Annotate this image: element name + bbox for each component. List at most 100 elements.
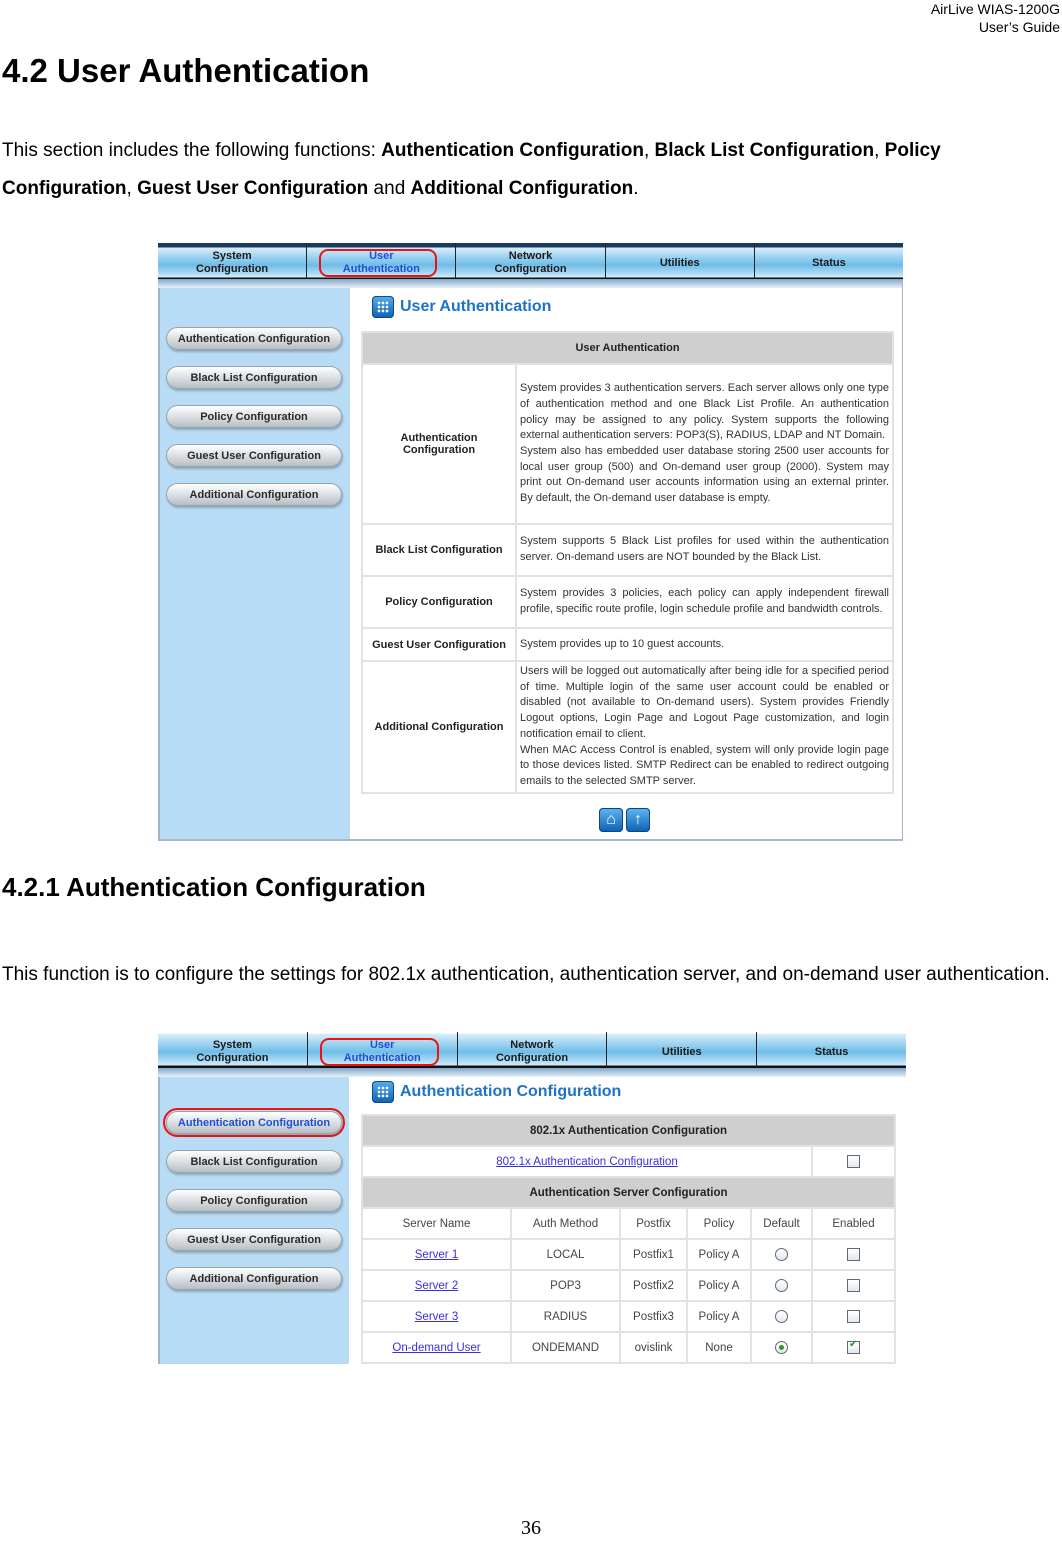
row-description: System provides 3 policies, each policy …	[515, 575, 894, 629]
authentication-configuration-screenshot: System Configuration User Authentication N…	[158, 1032, 906, 1364]
function-name: Black List Configuration	[654, 140, 875, 161]
postfix: ovislink	[619, 1331, 688, 1364]
auth-method: LOCAL	[510, 1238, 621, 1271]
sidebar-item-black-list-configuration[interactable]: Black List Configuration	[166, 366, 342, 389]
server-link[interactable]: Server 3	[415, 1311, 458, 1323]
row-label: Authentication Configuration	[361, 363, 517, 525]
nav-status[interactable]: Status	[755, 243, 903, 279]
table-row: On-demand User ONDEMAND ovislink None	[361, 1331, 896, 1364]
server-link[interactable]: Server 1	[415, 1249, 458, 1261]
page-title-text: Authentication Configuration	[400, 1083, 622, 1100]
sidebar: Authentication Configuration Black List …	[158, 1077, 349, 1364]
col-default: Default	[750, 1207, 813, 1240]
sidebar-item-authentication-configuration[interactable]: Authentication Configuration	[163, 1108, 345, 1137]
nav-network-configuration[interactable]: Network Configuration	[456, 243, 606, 279]
policy: Policy A	[686, 1300, 752, 1333]
table-row: Server 3 RADIUS Postfix3 Policy A	[361, 1300, 896, 1333]
col-server-name: Server Name	[361, 1207, 512, 1240]
section-title: 4.2 User Authentication	[2, 52, 370, 89]
nav-utilities[interactable]: Utilities	[606, 243, 755, 279]
up-arrow-icon[interactable]: ↑	[626, 808, 650, 832]
policy: Policy A	[686, 1269, 752, 1302]
row-label: Additional Configuration	[361, 660, 517, 794]
default-radio[interactable]	[775, 1341, 788, 1354]
top-nav: System Configuration User Authentication N…	[158, 1032, 906, 1068]
enabled-checkbox[interactable]	[847, 1248, 860, 1261]
row-label: Policy Configuration	[361, 575, 517, 629]
auth-method: ONDEMAND	[510, 1331, 621, 1364]
col-policy: Policy	[686, 1207, 752, 1240]
guide-name: User’s Guide	[978, 19, 1060, 35]
default-radio[interactable]	[775, 1279, 788, 1292]
enabled-checkbox[interactable]	[847, 1339, 860, 1354]
default-radio[interactable]	[775, 1310, 788, 1323]
page-number: 36	[521, 1517, 541, 1539]
nav-user-authentication[interactable]: User Authentication	[308, 1032, 458, 1068]
sidebar-item-authentication-configuration[interactable]: Authentication Configuration	[166, 327, 342, 350]
section-intro: This section includes the following func…	[2, 132, 1052, 208]
sidebar-item-guest-user-configuration[interactable]: Guest User Configuration	[166, 1228, 342, 1251]
nav-system-configuration[interactable]: System Configuration	[158, 243, 308, 279]
row-description: Users will be logged out automatically a…	[515, 660, 894, 794]
nav-status[interactable]: Status	[757, 1032, 906, 1068]
table-row: Black List Configuration System supports…	[361, 523, 894, 577]
function-name: Guest User Configuration	[137, 178, 369, 199]
default-radio[interactable]	[775, 1248, 788, 1261]
separator: ,	[874, 140, 885, 161]
page-title: User Authentication	[372, 296, 551, 318]
enabled-checkbox[interactable]	[847, 1310, 860, 1323]
app-grid-icon	[372, 296, 394, 318]
app-grid-icon	[372, 1081, 394, 1103]
server-section-header: Authentication Server Configuration	[361, 1176, 896, 1209]
sidebar-item-policy-configuration[interactable]: Policy Configuration	[166, 1189, 342, 1212]
nav-shadow	[158, 1068, 906, 1077]
sidebar: Authentication Configuration Black List …	[158, 288, 350, 839]
separator: ,	[126, 178, 138, 199]
sidebar-item-policy-configuration[interactable]: Policy Configuration	[166, 405, 342, 428]
product-name: AirLive WIAS-1200G	[930, 1, 1060, 17]
subsection-title: 4.2.1 Authentication Configuration	[2, 872, 426, 902]
dot1x-section-header: 802.1x Authentication Configuration	[361, 1114, 896, 1147]
policy: Policy A	[686, 1238, 752, 1271]
separator: .	[633, 178, 639, 199]
nav-network-configuration[interactable]: Network Configuration	[458, 1032, 608, 1068]
sidebar-item-additional-configuration[interactable]: Additional Configuration	[166, 483, 342, 506]
top-nav: System Configuration User Authentication N…	[158, 243, 903, 279]
subsection-text: This function is to configure the settin…	[2, 964, 1050, 985]
column-headers: Server Name Auth Method Postfix Policy D…	[361, 1207, 896, 1240]
nav-system-configuration[interactable]: System Configuration	[158, 1032, 308, 1068]
dot1x-row: 802.1x Authentication Configuration	[361, 1145, 896, 1178]
dot1x-config-link[interactable]: 802.1x Authentication Configuration	[496, 1156, 678, 1168]
nav-utilities[interactable]: Utilities	[607, 1032, 758, 1068]
table-row: Policy Configuration System provides 3 p…	[361, 575, 894, 629]
separator: and	[368, 178, 411, 199]
document-header: AirLive WIAS-1200G User’s Guide	[931, 0, 1060, 36]
sidebar-item-additional-configuration[interactable]: Additional Configuration	[166, 1267, 342, 1290]
dot1x-enable-checkbox[interactable]	[847, 1155, 860, 1168]
server-link[interactable]: On-demand User	[392, 1342, 480, 1354]
auth-method: RADIUS	[510, 1300, 621, 1333]
row-label: Black List Configuration	[361, 523, 517, 577]
sidebar-item-black-list-configuration[interactable]: Black List Configuration	[166, 1150, 342, 1173]
row-description: System provides up to 10 guest accounts.	[515, 627, 894, 662]
table-row: Authentication Configuration System prov…	[361, 363, 894, 525]
table-header: User Authentication	[361, 331, 894, 365]
col-auth-method: Auth Method	[510, 1207, 621, 1240]
policy: None	[686, 1331, 752, 1364]
table-row: Guest User Configuration System provides…	[361, 627, 894, 662]
nav-user-authentication[interactable]: User Authentication	[307, 243, 457, 279]
table-row: Additional Configuration Users will be l…	[361, 660, 894, 794]
separator: ,	[643, 140, 655, 161]
page-title: Authentication Configuration	[372, 1081, 621, 1103]
sidebar-item-guest-user-configuration[interactable]: Guest User Configuration	[166, 444, 342, 467]
nav-shadow	[158, 279, 903, 288]
user-authentication-table: User Authentication Authentication Confi…	[361, 331, 894, 794]
server-link[interactable]: Server 2	[415, 1280, 458, 1292]
col-enabled: Enabled	[811, 1207, 896, 1240]
home-icon[interactable]: ⌂	[599, 808, 623, 832]
row-description: System supports 5 Black List profiles fo…	[515, 523, 894, 577]
function-name: Additional Configuration	[410, 178, 634, 199]
row-description: System provides 3 authentication servers…	[515, 363, 894, 525]
enabled-checkbox[interactable]	[847, 1279, 860, 1292]
intro-text: This section includes the following func…	[2, 140, 382, 161]
